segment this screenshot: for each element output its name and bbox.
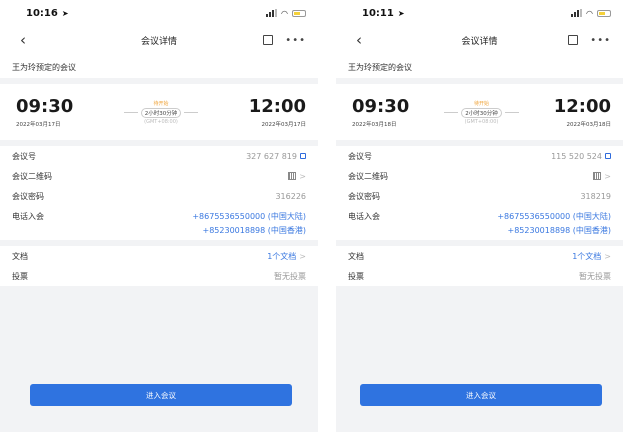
location-arrow-icon: ➤ [61, 8, 69, 18]
more-icon[interactable]: ••• [590, 35, 611, 46]
meeting-host-title: 王为玲预定的会议 [336, 54, 623, 78]
qr-code-row[interactable]: 会议二维码 > [336, 166, 623, 186]
vote-label: 投票 [12, 271, 28, 281]
phone-dial-in-label: 电话入会 [12, 212, 44, 221]
timezone: (GMT+08:00) [464, 118, 499, 125]
documents-label: 文档 [348, 251, 364, 261]
meeting-id-label: 会议号 [12, 151, 36, 161]
documents-row[interactable]: 文档 1个文档 > [0, 246, 318, 266]
vote-value: 暂无投票 [579, 271, 611, 281]
meeting-id-value: 115 520 524 [551, 151, 602, 161]
wifi-icon: ◠ [586, 8, 593, 18]
end-time: 12:00 [553, 95, 611, 117]
chevron-right-icon: > [299, 251, 306, 261]
meeting-detail-screen-right: 10:11 ➤ ◠ ‹ 会议详情 ••• 王为玲预定的会议 09:30 2022年… [336, 0, 623, 432]
vote-row[interactable]: 投票 暂无投票 [336, 266, 623, 286]
signal-icon [571, 9, 583, 17]
meeting-id-row[interactable]: 会议号 115 520 524 [336, 146, 623, 166]
documents-label: 文档 [12, 251, 28, 261]
phone-number-link[interactable]: +8675536550000 (中国大陆) [192, 211, 306, 222]
vote-label: 投票 [348, 271, 364, 281]
chevron-right-icon: > [299, 171, 306, 181]
back-icon[interactable]: ‹ [20, 31, 26, 49]
nav-bar: ‹ 会议详情 ••• [336, 26, 623, 54]
vote-value: 暂无投票 [274, 271, 306, 281]
meeting-status: 待开始 [153, 100, 169, 107]
password-label: 会议密码 [348, 191, 380, 201]
password-row: 会议密码 316226 [0, 186, 318, 206]
status-time: 10:16 [26, 7, 58, 19]
meeting-id-row[interactable]: 会议号 327 627 819 [0, 146, 318, 166]
wifi-icon: ◠ [281, 8, 288, 18]
nav-bar: ‹ 会议详情 ••• [0, 26, 318, 54]
start-date: 2022年03月18日 [352, 121, 397, 128]
status-bar: 10:16 ➤ ◠ [0, 0, 318, 26]
qr-code-row[interactable]: 会议二维码 > [0, 166, 318, 186]
chevron-right-icon: > [604, 251, 611, 261]
documents-value: 1个文档 [572, 251, 602, 261]
extras-section: 文档 1个文档 > 投票 暂无投票 [0, 246, 318, 286]
battery-icon [597, 9, 611, 17]
password-row: 会议密码 318219 [336, 186, 623, 206]
join-meeting-button[interactable]: 进入会议 [30, 384, 292, 406]
back-icon[interactable]: ‹ [356, 31, 362, 49]
meeting-info-section: 会议号 115 520 524 会议二维码 > 会议密码 318219 电话入会… [336, 146, 623, 240]
meeting-duration: 2小时30分钟 [461, 107, 502, 118]
phone-number-link[interactable]: +85230018898 (中国香港) [203, 225, 306, 236]
start-time: 09:30 [16, 95, 74, 117]
meeting-time-card: 09:30 2022年03月18日 待开始 2小时30分钟 (GMT+08:00… [336, 84, 623, 140]
end-date: 2022年03月18日 [566, 121, 612, 128]
meeting-id-label: 会议号 [348, 151, 372, 161]
more-icon[interactable]: ••• [285, 35, 306, 46]
phone-dial-in-row: 电话入会 +8675536550000 (中国大陆) +85230018898 … [336, 206, 623, 240]
password-value: 318219 [580, 191, 611, 201]
documents-value: 1个文档 [267, 251, 297, 261]
share-icon[interactable] [263, 35, 274, 45]
qr-code-icon [288, 172, 297, 180]
documents-row[interactable]: 文档 1个文档 > [336, 246, 623, 266]
qr-code-label: 会议二维码 [348, 171, 388, 181]
start-date: 2022年03月17日 [16, 121, 61, 128]
copy-icon[interactable] [605, 153, 611, 159]
phone-number-link[interactable]: +85230018898 (中国香港) [508, 225, 611, 236]
copy-icon[interactable] [300, 153, 306, 159]
phone-dial-in-row: 电话入会 +8675536550000 (中国大陆) +85230018898 … [0, 206, 318, 240]
end-date: 2022年03月17日 [261, 121, 307, 128]
extras-section: 文档 1个文档 > 投票 暂无投票 [336, 246, 623, 286]
join-meeting-button[interactable]: 进入会议 [360, 384, 602, 406]
vote-row[interactable]: 投票 暂无投票 [0, 266, 318, 286]
password-value: 316226 [275, 191, 306, 201]
meeting-id-value: 327 627 819 [246, 151, 297, 161]
phone-number-link[interactable]: +8675536550000 (中国大陆) [497, 211, 611, 222]
meeting-detail-screen-left: 10:16 ➤ ◠ ‹ 会议详情 ••• 王为玲预定的会议 09:30 2022年… [0, 0, 318, 432]
meeting-host-title: 王为玲预定的会议 [0, 54, 318, 78]
end-time: 12:00 [248, 95, 306, 117]
status-bar: 10:11 ➤ ◠ [336, 0, 623, 26]
meeting-status: 待开始 [473, 100, 489, 107]
phone-dial-in-label: 电话入会 [348, 212, 380, 221]
meeting-duration: 2小时30分钟 [140, 107, 182, 118]
qr-code-icon [593, 172, 602, 180]
battery-icon [292, 9, 306, 17]
status-time: 10:11 [362, 7, 394, 19]
meeting-info-section: 会议号 327 627 819 会议二维码 > 会议密码 316226 电话入会… [0, 146, 318, 240]
timezone: (GMT+08:00) [144, 118, 178, 125]
share-icon[interactable] [568, 35, 579, 45]
qr-code-label: 会议二维码 [12, 171, 52, 181]
password-label: 会议密码 [12, 191, 44, 201]
meeting-time-card: 09:30 2022年03月17日 待开始 2小时30分钟 (GMT+08:00… [0, 84, 318, 140]
location-arrow-icon: ➤ [397, 8, 405, 18]
signal-icon [266, 9, 278, 17]
start-time: 09:30 [352, 95, 410, 117]
chevron-right-icon: > [604, 171, 611, 181]
